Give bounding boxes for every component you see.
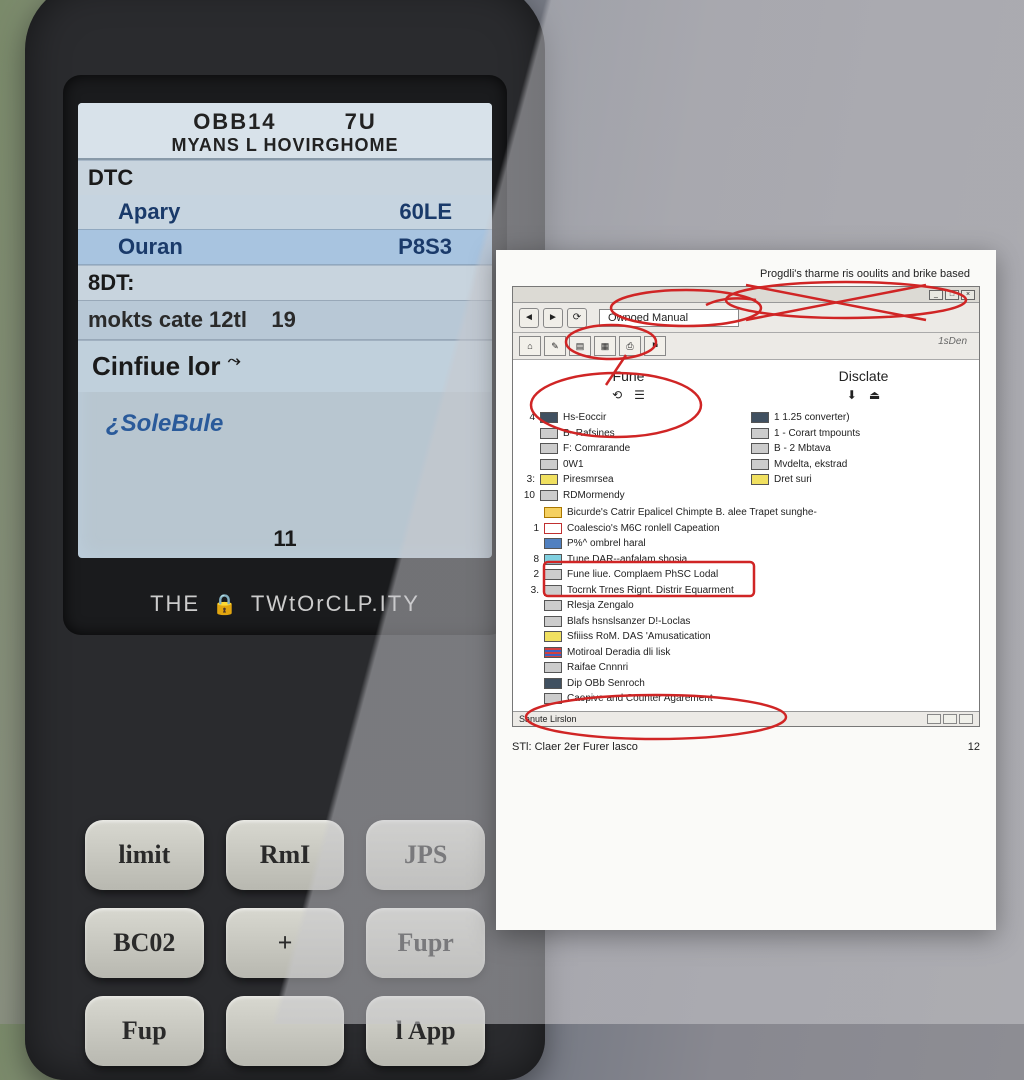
- list-item[interactable]: F: Comrarande: [521, 441, 741, 457]
- screen-title-code: OBB14: [193, 109, 276, 134]
- screen-header: OBB14 7U MYANS L HOVIRGHOME: [78, 103, 492, 160]
- tool-1[interactable]: ⌂: [519, 336, 541, 356]
- download-icon[interactable]: ⬇: [847, 388, 857, 402]
- list-item[interactable]: B - 2 Mbtava: [751, 441, 971, 457]
- list-item[interactable]: Dip OBb Senroch: [521, 676, 971, 692]
- cinfue-label: Cinfiue lor ⤳: [78, 340, 492, 392]
- dtc-row-2[interactable]: Ouran P8S3: [78, 229, 492, 265]
- footer-page-number: 12: [968, 741, 980, 753]
- section-dtc-label: DTC: [78, 160, 492, 195]
- list-item[interactable]: 10RDMormendy: [521, 488, 741, 504]
- status-bar: Sanute Lirslon: [513, 711, 979, 726]
- list-item[interactable]: 3:Piresmrsea: [521, 472, 741, 488]
- filter-icon[interactable]: ☰: [634, 388, 645, 402]
- list-item[interactable]: 2Fune liue. Complaem PhSC Lodal: [521, 567, 971, 583]
- key-plus[interactable]: +: [226, 908, 345, 978]
- key-jps[interactable]: JPS: [366, 820, 485, 890]
- software-window: _ □ × ◄ ► ⟳ Ownoed Manual ⌂ ✎ ▤ ▦ ⎙ ⚑ 1s…: [512, 286, 980, 727]
- screen-title-suffix: 7U: [345, 109, 377, 134]
- back-button[interactable]: ◄: [519, 308, 539, 328]
- refresh-icon[interactable]: ⟲: [612, 388, 622, 402]
- tool-2[interactable]: ✎: [544, 336, 566, 356]
- dtc-row-1: Apary 60LE: [78, 195, 492, 229]
- list-item[interactable]: B- Rafsines: [521, 426, 741, 442]
- list-item[interactable]: Blafs hsnslsanzer D!-Loclas: [521, 614, 971, 630]
- status-box-3: [959, 714, 973, 724]
- dtc-row2-right: P8S3: [398, 234, 452, 260]
- maximize-icon[interactable]: □: [945, 290, 959, 300]
- list-item[interactable]: Mvdelta, ekstrad: [751, 457, 971, 473]
- list-item[interactable]: 0W1: [521, 457, 741, 473]
- list-item[interactable]: Caopive and Counter Agarement: [521, 691, 971, 707]
- screen-subtitle: MYANS L HOVIRGHOME: [78, 135, 492, 156]
- device-screen: OBB14 7U MYANS L HOVIRGHOME DTC Apary 60…: [78, 103, 492, 558]
- close-icon[interactable]: ×: [961, 290, 975, 300]
- section-8dt-label: 8DT:: [78, 265, 492, 300]
- navigation-toolbar: ◄ ► ⟳ Ownoed Manual: [513, 303, 979, 333]
- list-item[interactable]: Motiroal Deradia dli lisk: [521, 645, 971, 661]
- lock-icon: 🔒: [212, 592, 239, 617]
- mokts-left: mokts cate 12tl: [88, 307, 247, 332]
- key-blank[interactable]: [226, 996, 345, 1066]
- list-item[interactable]: 4Hs-Eoccir: [521, 410, 741, 426]
- address-field[interactable]: Ownoed Manual: [599, 309, 739, 327]
- list-item[interactable]: Bicurde's Catrir Epalicel Chimpte B. ale…: [521, 505, 971, 521]
- col2-header: Disclate ⬇ ⏏: [756, 368, 971, 402]
- key-fupr[interactable]: Fupr: [366, 908, 485, 978]
- window-content: Fune ⟲ ☰ Disclate ⬇ ⏏ 4Hs-EoccirB- Rafsi…: [513, 360, 979, 711]
- arrow-icon: ⤳: [228, 352, 241, 369]
- forward-button[interactable]: ►: [543, 308, 563, 328]
- list-item[interactable]: 8Tune DAR--anfalam shosia: [521, 552, 971, 568]
- window-titlebar: _ □ ×: [513, 287, 979, 303]
- long-item-list: Bicurde's Catrir Epalicel Chimpte B. ale…: [521, 505, 971, 707]
- footer-left: STl: Claer 2er Furer lasco: [512, 741, 638, 753]
- list-item[interactable]: Dret suri: [751, 472, 971, 488]
- device-keypad: limit RmI JPS BC02 + Fupr Fup l App: [85, 820, 485, 1066]
- tool-5[interactable]: ⎙: [619, 336, 641, 356]
- device-watermark: THE 🔒 TWtOrCLP.ITY: [63, 591, 507, 617]
- left-list: 4Hs-EoccirB- RafsinesF: Comrarande0W13:P…: [521, 410, 741, 503]
- dtc-row1-right: 60LE: [399, 199, 452, 225]
- page-headline: Progdli's tharme ris ooulits and brike b…: [512, 268, 980, 280]
- tool-3[interactable]: ▤: [569, 336, 591, 356]
- key-bc02[interactable]: BC02: [85, 908, 204, 978]
- refresh-button[interactable]: ⟳: [567, 308, 587, 328]
- list-item[interactable]: 1 - Corart tmpounts: [751, 426, 971, 442]
- mokts-row: mokts cate 12tl 19: [78, 300, 492, 340]
- dtc-row2-left: Ouran: [118, 234, 183, 260]
- tool-4[interactable]: ▦: [594, 336, 616, 356]
- status-box-2: [943, 714, 957, 724]
- minimize-icon[interactable]: _: [929, 290, 943, 300]
- tools-toolbar: ⌂ ✎ ▤ ▦ ⎙ ⚑ 1sDen: [513, 333, 979, 360]
- status-box-1: [927, 714, 941, 724]
- key-fup[interactable]: Fup: [85, 996, 204, 1066]
- list-item[interactable]: P%^ ombrel haral: [521, 536, 971, 552]
- status-text: Sanute Lirslon: [519, 714, 577, 724]
- column-headers: Fune ⟲ ☰ Disclate ⬇ ⏏: [521, 368, 971, 402]
- right-list: 1 1.25 converter)1 - Corart tmpountsB - …: [751, 410, 971, 503]
- screen-page-number: 11: [78, 526, 492, 552]
- key-app[interactable]: l App: [366, 996, 485, 1066]
- key-rmi[interactable]: RmI: [226, 820, 345, 890]
- list-item[interactable]: Raifae Cnnnri: [521, 660, 971, 676]
- eject-icon[interactable]: ⏏: [869, 388, 880, 402]
- device-bezel: OBB14 7U MYANS L HOVIRGHOME DTC Apary 60…: [63, 75, 507, 635]
- list-item[interactable]: 3.Tocrnk Trnes Rignt. Distrir Equarment: [521, 583, 971, 599]
- list-item[interactable]: 1Coalescio's M6C ronlell Capeation: [521, 521, 971, 537]
- status-indicators: [927, 714, 973, 724]
- page-footer: STl: Claer 2er Furer lasco 12: [512, 741, 980, 753]
- solebule-label: ¿SoleBule: [78, 392, 492, 456]
- list-item[interactable]: 1 1.25 converter): [751, 410, 971, 426]
- manual-page: Progdli's tharme ris ooulits and brike b…: [496, 250, 996, 930]
- mokts-right: 19: [271, 307, 295, 332]
- key-limit[interactable]: limit: [85, 820, 204, 890]
- scanner-device: OBB14 7U MYANS L HOVIRGHOME DTC Apary 60…: [25, 0, 545, 1080]
- list-item[interactable]: Rlesja Zengalo: [521, 598, 971, 614]
- tool-6[interactable]: ⚑: [644, 336, 666, 356]
- col1-header: Fune ⟲ ☰: [521, 368, 736, 402]
- dtc-row1-left: Apary: [118, 199, 180, 225]
- toolbar-brand: 1sDen: [938, 336, 973, 356]
- list-item[interactable]: Sfiiiss RoM. DAS 'Amusatication: [521, 629, 971, 645]
